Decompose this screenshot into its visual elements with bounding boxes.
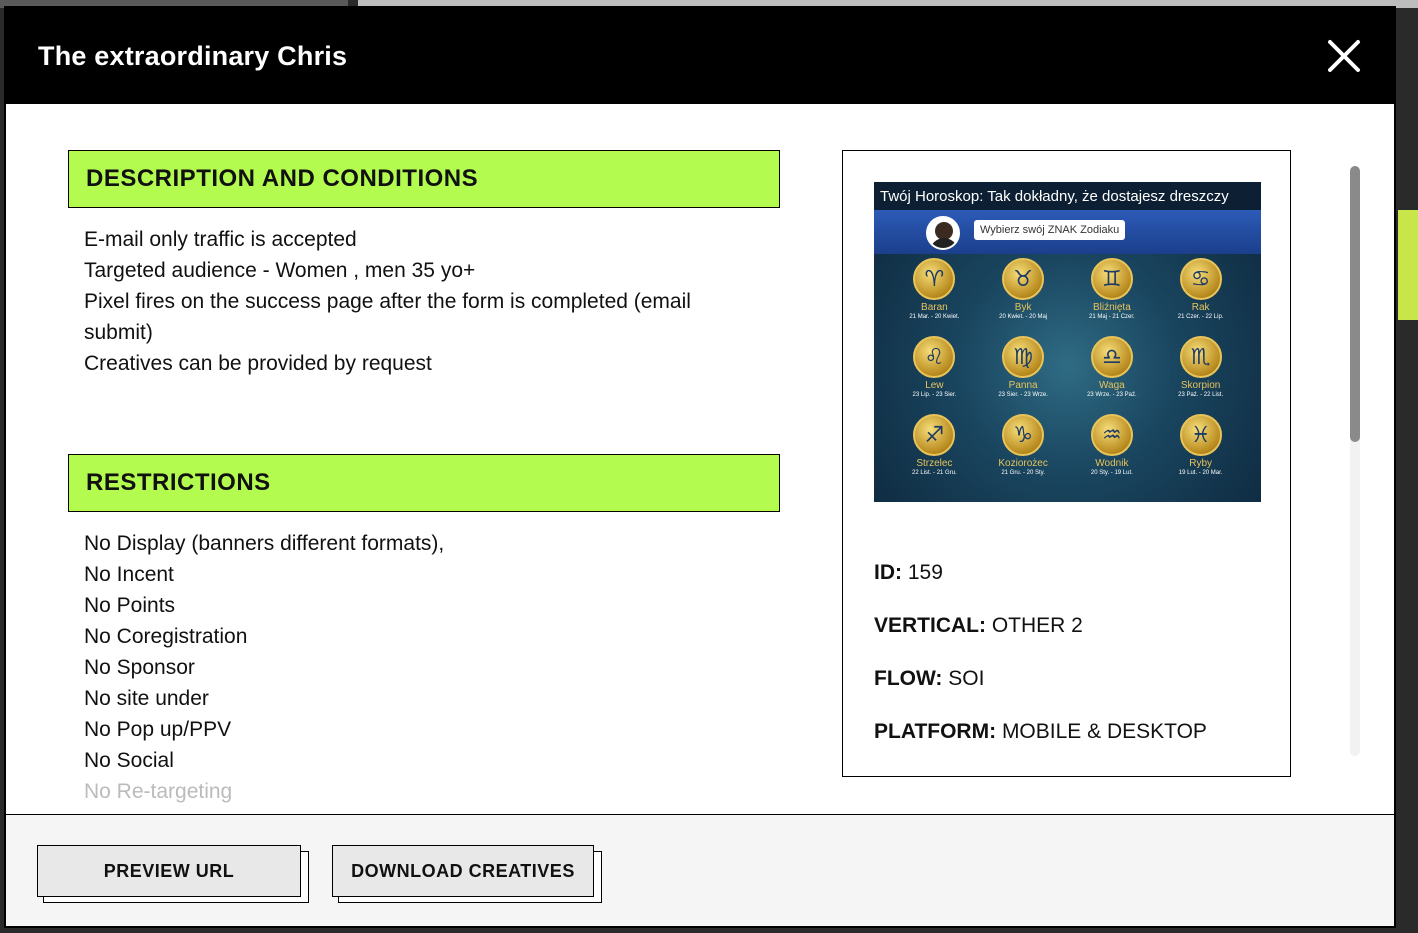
- restriction-item: No Re-targeting: [84, 780, 233, 803]
- zodiac-sign-name: Rak: [1191, 302, 1210, 313]
- zodiac-sign-icon: ♉: [1002, 258, 1045, 300]
- zodiac-sign-dates: 19 Lut. - 20 Mar.: [1178, 470, 1223, 476]
- zodiac-sign-icon: ♒: [1090, 414, 1133, 456]
- zodiac-sign-dates: 21 Mar. - 20 Kwiet.: [909, 314, 960, 320]
- zodiac-sign-name: Bliźnięta: [1092, 302, 1131, 313]
- restrictions-list: No Display (banners different formats), N…: [68, 512, 780, 807]
- zodiac-sign[interactable]: ♋ Rak 21 Czer. - 22 Lip.: [1156, 258, 1245, 332]
- zodiac-sign-name: Byk: [1014, 302, 1032, 313]
- zodiac-sign-icon: ♎: [1090, 336, 1133, 378]
- description-heading: DESCRIPTION AND CONDITIONS: [68, 150, 780, 208]
- restriction-item: No Display (banners different formats),: [84, 532, 445, 555]
- zodiac-sign-icon: ♈: [913, 258, 956, 300]
- zodiac-sign-dates: 22 List. - 21 Gru.: [912, 470, 957, 476]
- meta-vertical: VERTICAL: OTHER 2: [874, 614, 1083, 637]
- download-creatives-button[interactable]: DOWNLOAD CREATIVES: [332, 845, 594, 897]
- zodiac-sign-dates: 21 Maj - 21 Czer.: [1089, 314, 1135, 320]
- zodiac-sign[interactable]: ♐ Strzelec 22 List. - 21 Gru.: [890, 414, 979, 488]
- modal-footer: PREVIEW URL DOWNLOAD CREATIVES: [6, 814, 1394, 926]
- zodiac-sign-dates: 20 Sty. - 19 Lut.: [1090, 470, 1133, 476]
- zodiac-sign-name: Strzelec: [916, 458, 953, 469]
- zodiac-sign-icon: ♋: [1179, 258, 1222, 300]
- preview-url-button[interactable]: PREVIEW URL: [37, 845, 301, 897]
- zodiac-sign-dates: 21 Gru. - 20 Sty.: [1001, 470, 1045, 476]
- offer-details: DESCRIPTION AND CONDITIONS E-mail only t…: [68, 150, 780, 807]
- close-button[interactable]: [1324, 36, 1364, 76]
- zodiac-sign-dates: 23 Paź. - 22 List.: [1178, 392, 1224, 398]
- modal-title: The extraordinary Chris: [38, 40, 348, 71]
- offer-modal: The extraordinary Chris DESCRIPTION AND …: [4, 6, 1396, 928]
- zodiac-sign[interactable]: ♏ Skorpion 23 Paź. - 22 List.: [1156, 336, 1245, 410]
- restriction-item: No Coregistration: [84, 625, 248, 648]
- zodiac-sign[interactable]: ♎ Waga 23 Wrze. - 23 Paź.: [1068, 336, 1157, 410]
- restrictions-heading: RESTRICTIONS: [68, 454, 780, 512]
- restriction-item: No Points: [84, 594, 176, 617]
- zodiac-sign-icon: ♏: [1179, 336, 1222, 378]
- background-accent-edge: [1398, 210, 1418, 320]
- preview-url-wrap: PREVIEW URL: [37, 845, 309, 903]
- zodiac-sign-icon: ♓: [1179, 414, 1222, 456]
- zodiac-sign-name: Panna: [1008, 380, 1038, 391]
- zodiac-sign-dates: 23 Lip. - 23 Sier.: [912, 392, 957, 398]
- zodiac-sign[interactable]: ♉ Byk 20 Kwiet. - 20 Maj: [979, 258, 1068, 332]
- avatar: [926, 216, 960, 250]
- restriction-item: No Social: [84, 749, 174, 772]
- zodiac-sign-name: Baran: [921, 302, 948, 313]
- restriction-item: No Sponsor: [84, 656, 195, 679]
- offer-card: Twój Horoskop: Tak dokładny, że dostajes…: [842, 150, 1291, 777]
- meta-id: ID: 159: [874, 561, 943, 584]
- condition-item: Targeted audience - Women , men 35 yo+: [84, 259, 476, 282]
- creative-preview: Twój Horoskop: Tak dokładny, że dostajes…: [874, 182, 1261, 502]
- offer-meta: ID: 159 VERTICAL: OTHER 2 FLOW: SOI PLAT…: [874, 561, 1207, 773]
- meta-flow: FLOW: SOI: [874, 667, 985, 690]
- condition-item: E-mail only traffic is accepted: [84, 228, 357, 251]
- creative-band: Wybierz swój ZNAK Zodiaku: [874, 210, 1261, 254]
- download-creatives-wrap: DOWNLOAD CREATIVES: [332, 845, 602, 903]
- condition-item: Pixel fires on the success page after th…: [84, 290, 691, 344]
- zodiac-sign-dates: 23 Wrze. - 23 Paź.: [1087, 392, 1137, 398]
- zodiac-area: ♈ Baran 21 Mar. - 20 Kwiet. ♉ Byk 20 Kwiet. -…: [874, 254, 1261, 502]
- zodiac-sign-name: Ryby: [1189, 458, 1213, 469]
- zodiac-sign[interactable]: ♌ Lew 23 Lip. - 23 Sier.: [890, 336, 979, 410]
- meta-platform: PLATFORM: MOBILE & DESKTOP: [874, 720, 1207, 743]
- modal-header: The extraordinary Chris: [6, 8, 1394, 104]
- scrollbar[interactable]: [1350, 166, 1360, 756]
- zodiac-sign-name: Waga: [1098, 380, 1125, 391]
- zodiac-sign-dates: 20 Kwiet. - 20 Maj: [999, 314, 1048, 320]
- zodiac-sign-icon: ♍: [1002, 336, 1045, 378]
- condition-item: Creatives can be provided by request: [84, 352, 432, 375]
- restriction-item: No Incent: [84, 563, 174, 586]
- zodiac-sign[interactable]: ♒ Wodnik 20 Sty. - 19 Lut.: [1068, 414, 1157, 488]
- restriction-item: No Pop up/PPV: [84, 718, 232, 741]
- zodiac-sign[interactable]: ♈ Baran 21 Mar. - 20 Kwiet.: [890, 258, 979, 332]
- zodiac-sign-icon: ♊: [1090, 258, 1133, 300]
- zodiac-sign-icon: ♑: [1002, 414, 1045, 456]
- zodiac-sign-icon: ♐: [913, 414, 956, 456]
- zodiac-sign[interactable]: ♑ Koziorożec 21 Gru. - 20 Sty.: [979, 414, 1068, 488]
- zodiac-sign-dates: 21 Czer. - 22 Lip.: [1177, 314, 1224, 320]
- creative-bubble: Wybierz swój ZNAK Zodiaku: [974, 220, 1126, 240]
- zodiac-sign-icon: ♌: [913, 336, 956, 378]
- modal-body[interactable]: DESCRIPTION AND CONDITIONS E-mail only t…: [6, 104, 1394, 816]
- zodiac-grid: ♈ Baran 21 Mar. - 20 Kwiet. ♉ Byk 20 Kwiet. -…: [890, 258, 1245, 488]
- zodiac-sign-name: Koziorożec: [998, 458, 1048, 469]
- close-icon: [1328, 40, 1360, 72]
- zodiac-sign-name: Wodnik: [1095, 458, 1129, 469]
- restriction-item: No site under: [84, 687, 209, 710]
- scroll-thumb[interactable]: [1350, 166, 1360, 442]
- zodiac-sign[interactable]: ♍ Panna 23 Sier. - 23 Wrze.: [979, 336, 1068, 410]
- creative-headline: Twój Horoskop: Tak dokładny, że dostajes…: [874, 182, 1261, 210]
- zodiac-sign[interactable]: ♊ Bliźnięta 21 Maj - 21 Czer.: [1068, 258, 1157, 332]
- description-list: E-mail only traffic is accepted Targeted …: [68, 208, 780, 454]
- zodiac-sign-name: Lew: [925, 380, 944, 391]
- zodiac-sign-dates: 23 Sier. - 23 Wrze.: [998, 392, 1048, 398]
- zodiac-sign-name: Skorpion: [1180, 380, 1221, 391]
- zodiac-sign[interactable]: ♓ Ryby 19 Lut. - 20 Mar.: [1156, 414, 1245, 488]
